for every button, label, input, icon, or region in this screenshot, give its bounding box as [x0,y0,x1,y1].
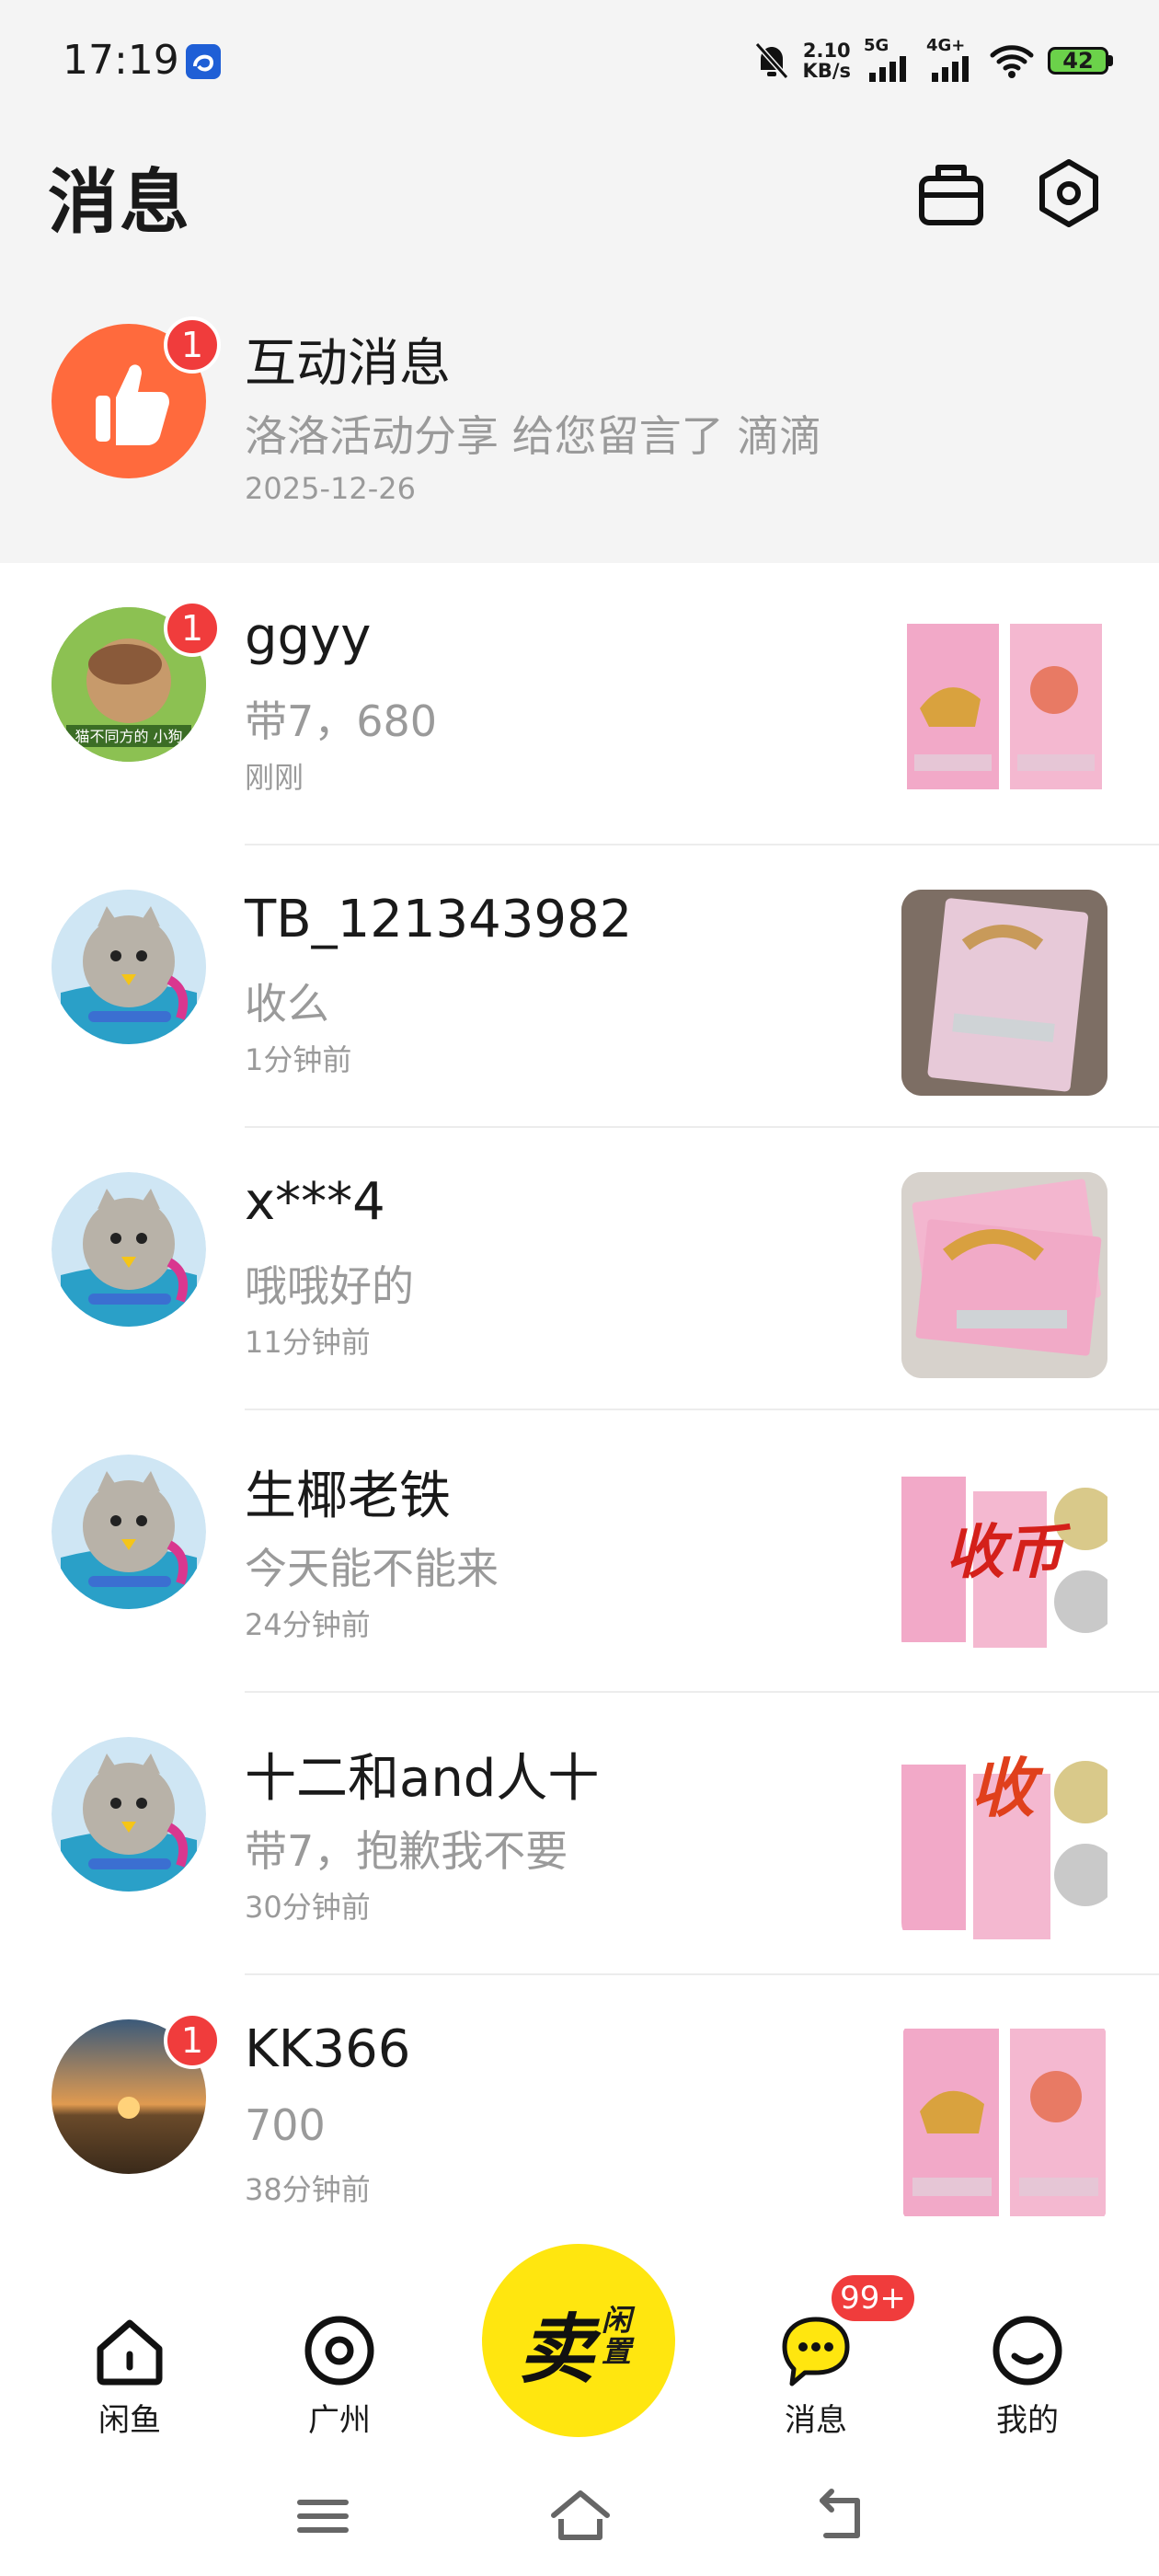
conversation-time: 1分钟前 [245,1042,352,1077]
signal-5g: 5G [864,36,913,82]
home-icon [97,2319,163,2386]
nav-home[interactable]: 闲鱼 [61,2312,199,2440]
status-right: 2.10 KB/s 5G 4G+ 42 [753,33,1113,88]
battery-level: 42 [1048,47,1108,75]
conversation-message: 收么 [245,979,329,1029]
nav-messages-label: 消息 [785,2402,847,2439]
messages-badge: 99+ [828,2271,918,2325]
interactive-badge: 1 [164,316,221,374]
page-title: 消息 [48,161,191,243]
conversation-time: 24分钟前 [245,1607,371,1642]
avatar[interactable] [52,890,206,1044]
nav-home-label: 闲鱼 [98,2402,161,2439]
sell-button[interactable]: 卖 闲置 [482,2244,675,2437]
product-thumbnail[interactable]: 收币 [901,1455,1107,1661]
conversation-name: TB_121343982 [245,890,633,949]
conversation-message: 带7，抱歉我不要 [245,1826,568,1876]
nav-location[interactable]: 广州 [270,2312,408,2440]
banknote-coin-image: 收 [901,1737,1107,1943]
conversation-time: 11分钟前 [245,1325,371,1360]
conversation-time: 38分钟前 [245,2172,371,2207]
nav-location-label: 广州 [308,2402,371,2439]
settings-icon[interactable] [1034,158,1104,228]
interactive-message: 洛洛活动分享 给您留言了 滴滴 [245,411,822,461]
product-thumbnail[interactable] [901,890,1107,1096]
battery-indicator: 42 [1048,47,1113,75]
conversation-message: 700 [245,2100,326,2150]
bottom-nav: 闲鱼 广州 卖 闲置 消息 99+ 我的 [0,2244,1159,2576]
conversation-name: 生椰老铁 [245,1466,451,1526]
banknote-image [907,624,1102,789]
unread-badge: 1 [164,2012,221,2069]
conversation-time: 刚刚 [245,760,304,795]
avatar[interactable] [52,1455,206,1609]
wifi-icon [990,45,1034,78]
product-thumbnail[interactable] [901,607,1107,813]
banknote-coin-image: 收币 [901,1455,1107,1661]
interactive-title: 互动消息 [245,334,451,394]
conversation-time: 30分钟前 [245,1890,371,1925]
banknote-photo [901,890,1107,1096]
seal-avatar-icon [52,1172,206,1327]
back-icon[interactable] [806,2484,870,2548]
chat-icon [782,2317,850,2386]
avatar[interactable] [52,1737,206,1892]
product-thumbnail[interactable]: 收 [901,1737,1107,1943]
product-thumbnail[interactable] [901,2019,1107,2225]
seal-avatar-icon [52,1737,206,1892]
location-icon [304,2316,374,2386]
menu-icon[interactable] [291,2484,355,2548]
avatar[interactable] [52,1172,206,1327]
nav-profile[interactable]: 我的 [958,2312,1096,2440]
conversation-name: ggyy [245,607,372,667]
banknote-stack-photo [901,1172,1107,1378]
conversation-name: x***4 [245,1172,385,1232]
conversation-name: KK366 [245,2019,411,2079]
banknote-image [903,2029,1106,2216]
signal-4g: 4G+ [926,36,976,82]
status-time: 17:19 [63,37,179,84]
conversation-name: 十二和and人十 [245,1749,600,1809]
app-notification-icon [186,44,221,79]
nav-messages[interactable]: 消息 [747,2312,885,2440]
stamp-text: 收 [970,1750,1044,1826]
status-bar: 17:19 2.10 KB/s 5G 4G+ 42 [0,0,1159,120]
profile-icon [993,2316,1062,2386]
sell-sub-label: 闲置 [602,2303,632,2369]
conversation-message: 带7，680 [245,696,438,746]
system-home-icon[interactable] [548,2484,613,2548]
interactive-time: 2025-12-26 [245,471,416,506]
stamp-text: 收币 [946,1518,1071,1587]
conversation-message: 今天能不能来 [245,1544,499,1593]
mute-icon [754,42,788,79]
unread-badge: 1 [164,600,221,657]
bag-icon[interactable] [916,158,986,228]
net-speed: 2.10 KB/s [802,40,851,82]
nav-profile-label: 我的 [996,2402,1059,2439]
conversation-message: 哦哦好的 [245,1261,414,1311]
svg-text:猫不同方的 小狗: 猫不同方的 小狗 [75,728,182,745]
sell-main-label: 卖 [519,2306,594,2394]
seal-avatar-icon [52,890,206,1044]
product-thumbnail[interactable] [901,1172,1107,1378]
seal-avatar-icon [52,1455,206,1609]
